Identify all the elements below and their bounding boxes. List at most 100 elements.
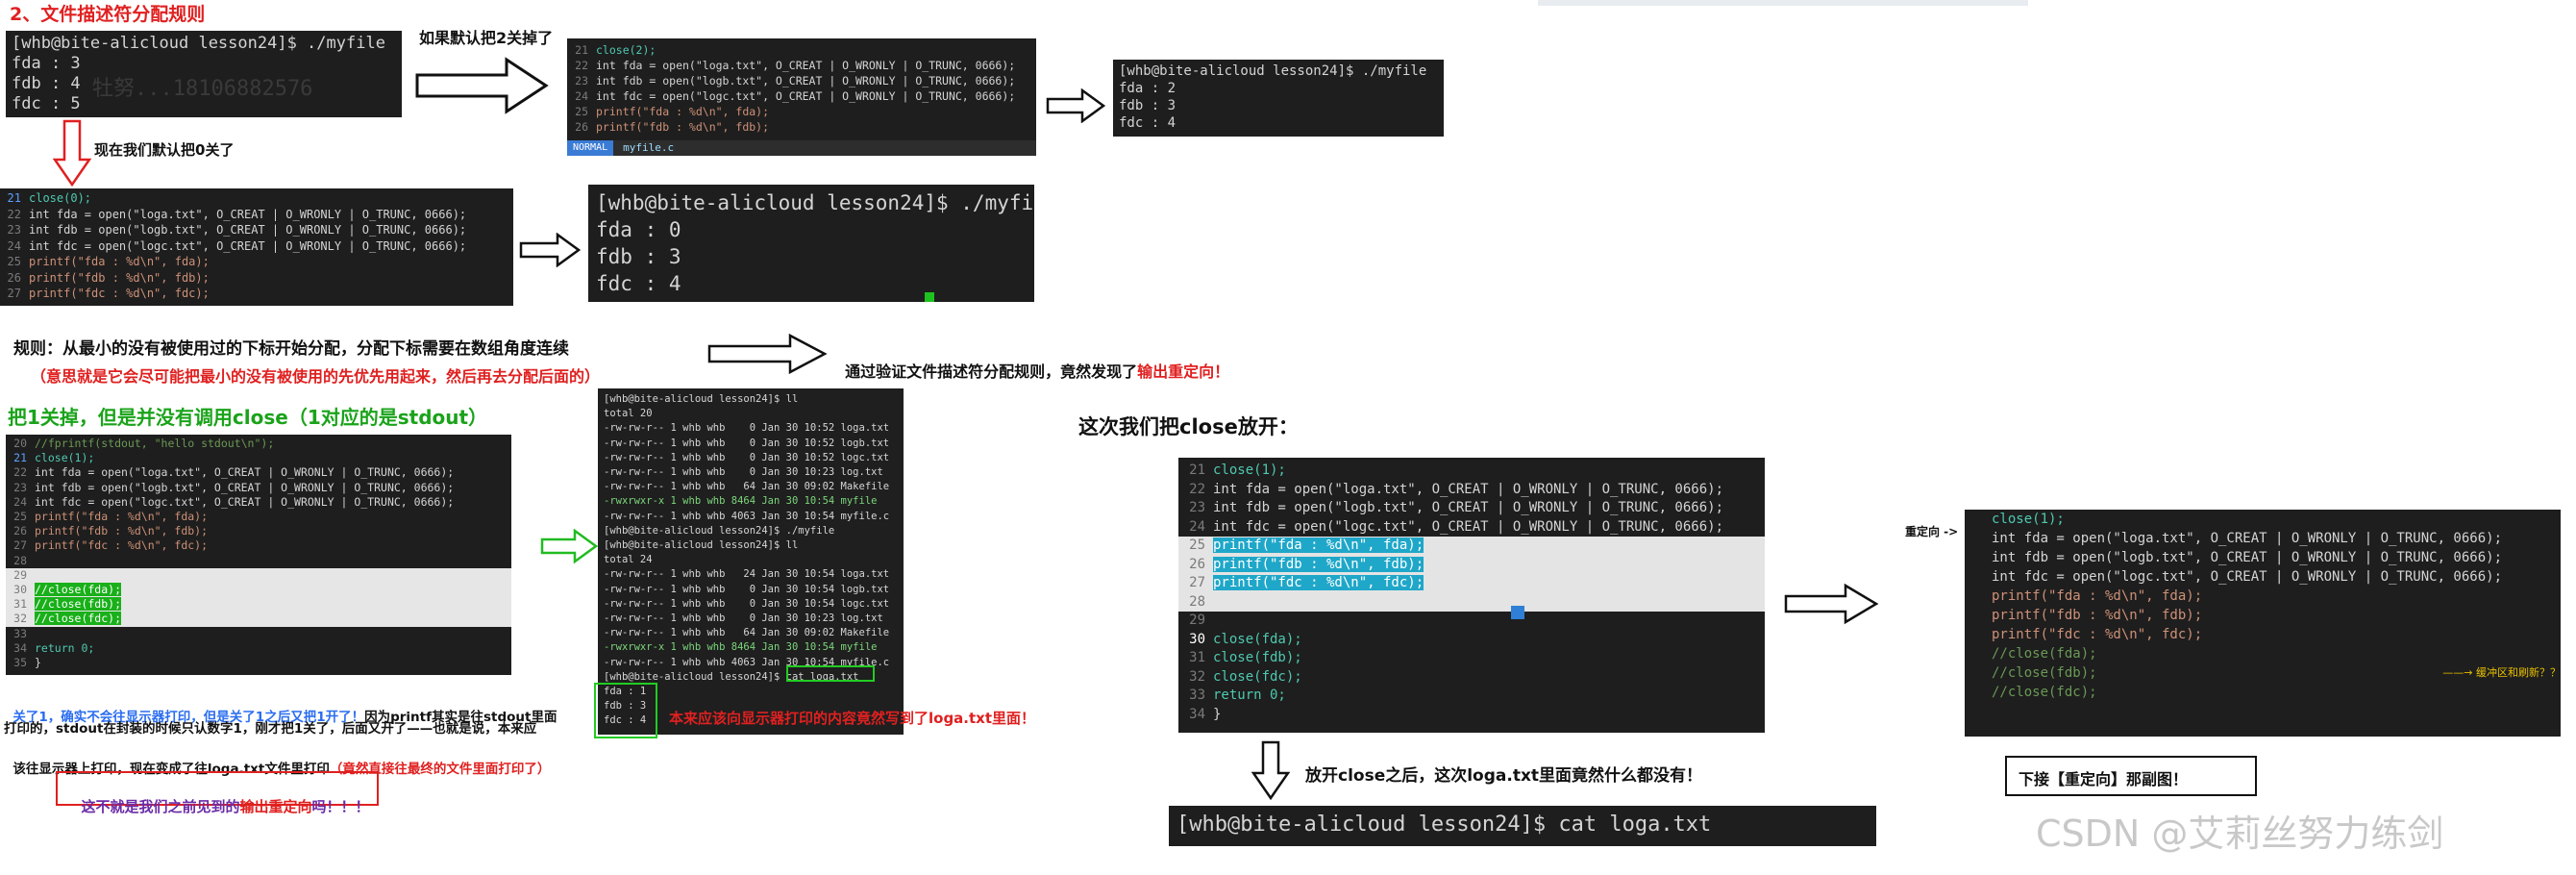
terminal-line: [whb@bite-alicloud lesson24]$ ./myfile: [604, 524, 835, 537]
code-line: printf("fdc : %d\n", fdc);: [35, 538, 209, 553]
code-line: close(0);: [29, 191, 92, 205]
line-number: 21: [7, 191, 21, 205]
code-line: printf("fda : %d\n", fda);: [1213, 538, 1424, 553]
line-number: 32: [1189, 668, 1205, 685]
code-line: printf("fdc : %d\n", fdc);: [29, 287, 210, 300]
code-line: int fdc = open("logc.txt", O_CREAT | O_W…: [1213, 518, 1724, 535]
line-number: 25: [1189, 538, 1205, 553]
code-line: //close(fdc);: [1992, 685, 2097, 700]
right-arrow-icon: [519, 233, 581, 267]
line-number: 22: [13, 465, 27, 480]
code-line: close(1);: [35, 451, 95, 465]
line-number: 31: [1189, 650, 1205, 665]
code-line: }: [1213, 706, 1222, 722]
line-number: 30: [13, 583, 27, 597]
callout-prefix: 这不就是我们之前见到的: [81, 798, 240, 815]
line-number: 24: [575, 89, 588, 103]
terminal-line: fda : 0: [596, 218, 681, 241]
terminal-cursor: [925, 292, 934, 302]
terminal-close2-result: [whb@bite-alicloud lesson24]$ ./myfile f…: [1113, 60, 1444, 137]
line-number: 21: [1189, 462, 1205, 478]
vim-filename: myfile.c: [623, 141, 675, 154]
terminal-prompt: [whb@bite-alicloud lesson24]$ ./myfile: [1119, 63, 1427, 79]
code-line: printf("fda : %d\n", fda);: [1992, 588, 2203, 604]
rule-text: 规则：从最小的没有被使用过的下标开始分配，分配下标需要在数组角度连续: [13, 339, 569, 359]
line-number: 22: [575, 59, 588, 72]
highlight-cat-command: [786, 665, 875, 682]
top-strip: [1538, 0, 2028, 6]
terminal-line: [whb@bite-alicloud lesson24]$ ll: [604, 539, 799, 552]
down-arrow-icon: [1251, 740, 1290, 800]
code-line: int fda = open("loga.txt", O_CREAT | O_W…: [1213, 481, 1724, 497]
note-close2: 如果默认把2关掉了: [419, 29, 554, 47]
right-arrow-icon: [415, 57, 549, 114]
line-number: 33: [13, 626, 27, 640]
code-line: int fdb = open("logb.txt", O_CREAT | O_W…: [29, 223, 467, 237]
code-line: printf("fdb : %d\n", fdb);: [596, 120, 770, 134]
code-line: int fda = open("loga.txt", O_CREAT | O_W…: [1992, 531, 2503, 546]
highlight-cat-output: [594, 683, 657, 738]
line-number: 33: [1189, 688, 1205, 703]
editor-cursor: [1511, 606, 1524, 619]
terminal-cat-loga: [whb@bite-alicloud lesson24]$ cat loga.t…: [1169, 806, 1876, 846]
page-title: 2、文件描述符分配规则: [10, 4, 206, 25]
vim-statusbar: NORMAL myfile.c: [567, 140, 1036, 156]
code-line: int fdc = open("logc.txt", O_CREAT | O_W…: [29, 238, 467, 253]
line-number: 22: [7, 207, 21, 221]
verify-text: 通过验证文件描述符分配规则，竟然发现了输出重定向！: [834, 340, 1229, 382]
line-number: 25: [7, 255, 21, 268]
callout-suffix: 吗！！！: [311, 798, 370, 815]
line-number: 21: [575, 43, 588, 57]
down-arrow-icon: [53, 119, 91, 187]
line-number: 26: [1189, 556, 1205, 572]
terminal-line: -rw-rw-r-- 1 whb whb 0 Jan 30 10:54 logc…: [604, 597, 890, 610]
code-editor-close2: 21 close(2); 22 int fda = open("loga.txt",…: [567, 38, 1036, 156]
code-editor-close-enabled: 21 close(1); 22 int fda = open("loga.txt",…: [1178, 458, 1765, 733]
terminal-line: fda : 2: [1119, 81, 1177, 96]
right-arrow-icon: [1784, 583, 1879, 625]
code-line: printf("fdb : %d\n", fdb);: [1213, 556, 1424, 572]
code-editor-close1: 20 //fprintf(stdout, "hello stdout\n"); 2…: [6, 435, 511, 675]
after-close-note: 放开close之后，这次loga.txt里面竟然什么都没有！: [1305, 766, 1703, 786]
buffer-annotation: ——→ 缓冲区和刷新？？: [2442, 666, 2561, 679]
code-line: int fda = open("loga.txt", O_CREAT | O_W…: [35, 465, 455, 480]
terminal-line: -rw-rw-r-- 1 whb whb 4063 Jan 30 10:54 m…: [604, 510, 890, 522]
code-line: printf("fda : %d\n", fda);: [29, 255, 210, 268]
code-line: close(1);: [1213, 462, 1286, 478]
code-line: int fdb = open("logb.txt", O_CREAT | O_W…: [596, 74, 1016, 88]
code-line: int fdb = open("logb.txt", O_CREAT | O_W…: [1213, 500, 1724, 515]
code-line: printf("fda : %d\n", fda);: [596, 105, 770, 118]
code-line: int fda = open("loga.txt", O_CREAT | O_W…: [596, 59, 1016, 72]
line-number: 26: [7, 270, 21, 285]
terminal-line: fdb : 3: [1119, 98, 1177, 113]
code-line: printf("fdc : %d\n", fdc);: [1213, 575, 1424, 590]
terminal-line: -rw-rw-r-- 1 whb whb 0 Jan 30 10:52 logb…: [604, 437, 890, 449]
right-arrow-icon: [1046, 88, 1105, 123]
line-number: 25: [13, 510, 27, 524]
line-number: 29: [13, 567, 27, 582]
terminal-line: -rw-rw-r-- 1 whb whb 0 Jan 30 10:23 log.…: [604, 612, 883, 625]
terminal-line: fdb : 3: [596, 245, 681, 268]
terminal-close0-result: [whb@bite-alicloud lesson24]$ ./myfile f…: [588, 185, 1034, 302]
terminal-prompt: [whb@bite-alicloud lesson24]$ cat loga.t…: [1177, 812, 1712, 837]
line-number: 32: [13, 612, 27, 626]
code-line: int fdc = open("logc.txt", O_CREAT | O_W…: [35, 494, 455, 509]
code-line: printf("fdb : %d\n", fdb);: [1992, 608, 2203, 623]
right-arrow-icon: [707, 333, 828, 375]
code-line: int fdc = open("logc.txt", O_CREAT | O_W…: [1992, 569, 2503, 585]
right-arrow-icon: [540, 529, 598, 563]
buffer-annotation-text: 缓冲区和刷新？？: [2476, 666, 2561, 679]
code-line: //close(fda);: [1992, 646, 2097, 662]
line-number: 34: [1189, 706, 1205, 722]
code-line: return 0;: [1213, 688, 1286, 703]
rule-subtext: （意思就是它会尽可能把最小的没有被使用的先优先用起来，然后再去分配后面的）: [31, 367, 601, 386]
line-number: 23: [1189, 500, 1205, 515]
line-number: 34: [13, 640, 27, 655]
line-number: 24: [13, 494, 27, 509]
terminal-line: fda : 3: [12, 54, 81, 73]
code-line: close(1);: [1992, 512, 2065, 527]
line-number: 24: [1189, 518, 1205, 535]
line-number: 29: [1189, 612, 1205, 628]
